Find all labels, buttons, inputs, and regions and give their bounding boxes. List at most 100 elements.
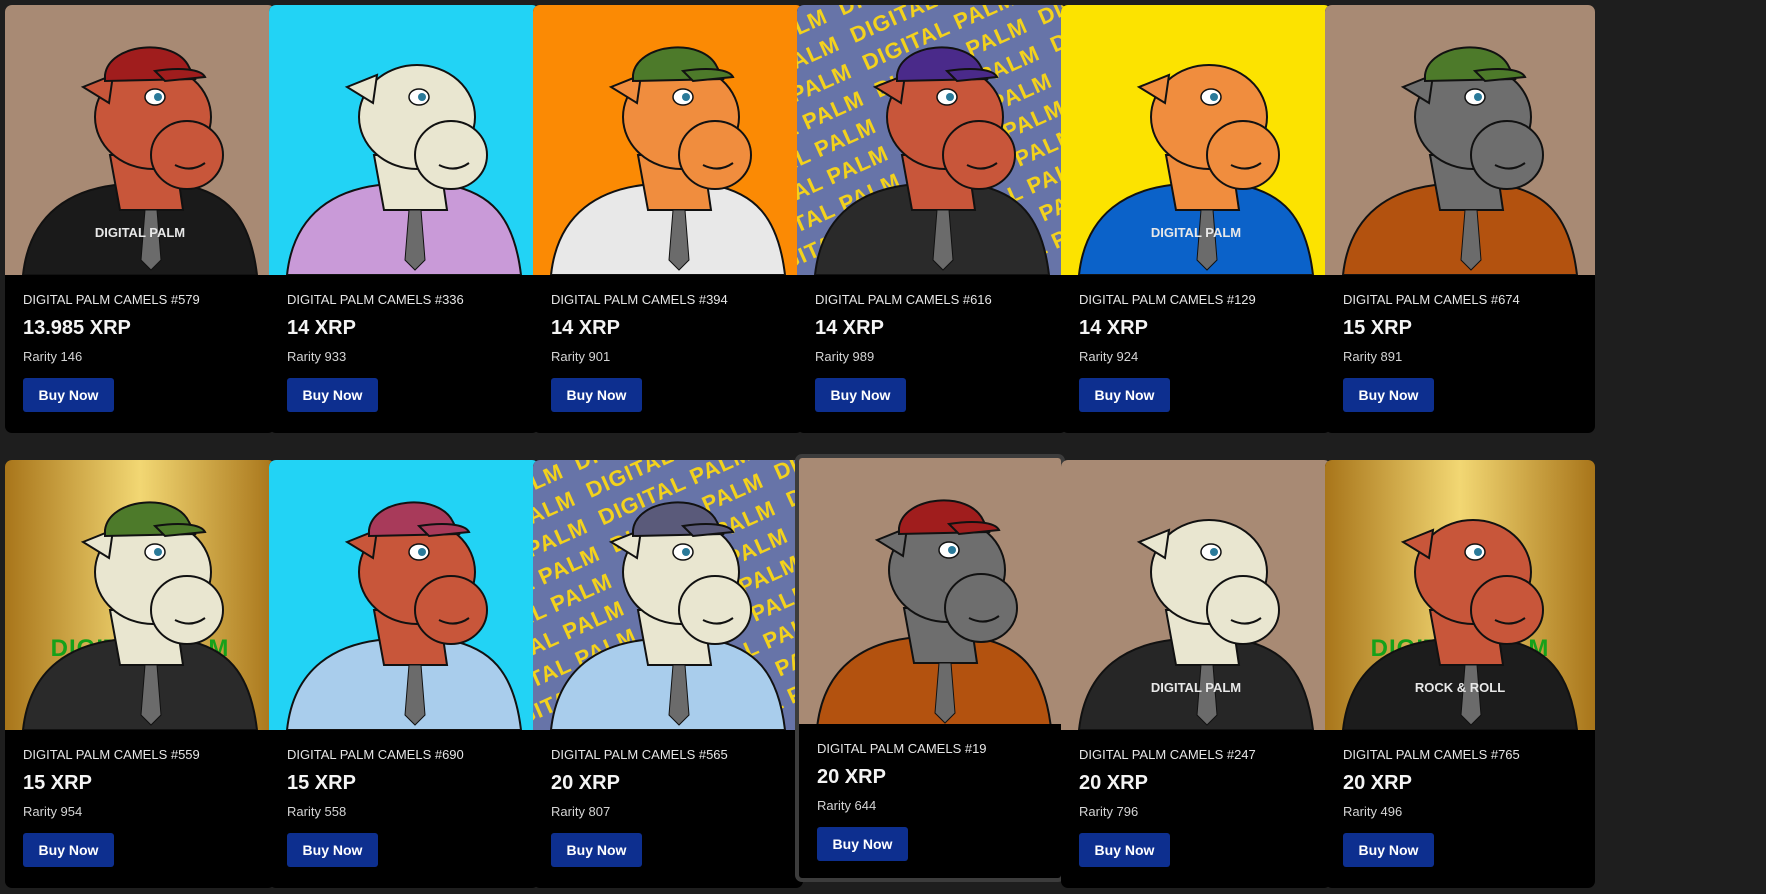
pupil bbox=[1210, 548, 1218, 556]
nft-image[interactable]: DIGITAL PALM bbox=[1061, 5, 1331, 275]
listing-price: 20 XRP bbox=[1079, 772, 1148, 794]
cap-brim bbox=[152, 523, 207, 538]
tie bbox=[404, 664, 426, 726]
buy-now-button[interactable]: Buy Now bbox=[815, 378, 906, 412]
buy-now-button[interactable]: Buy Now bbox=[23, 378, 114, 412]
nft-image[interactable]: DIGITAL PALM DIGITAL PALM DIGITAL DIGITA… bbox=[533, 460, 803, 730]
tie bbox=[934, 662, 956, 724]
pupil bbox=[948, 546, 956, 554]
listing-card[interactable]: DIGITAL PALM DIGITAL PALM CAMELS #559 15 X… bbox=[5, 460, 275, 888]
nft-image[interactable] bbox=[799, 458, 1061, 724]
buy-now-button[interactable]: Buy Now bbox=[551, 378, 642, 412]
listing-price: 13.985 XRP bbox=[23, 317, 131, 339]
tie bbox=[1460, 664, 1482, 726]
listing-card[interactable]: DIGITAL PALM DIGITAL PALM CAMELS #579 13.9… bbox=[5, 5, 275, 433]
snout bbox=[1470, 575, 1544, 645]
buy-now-button[interactable]: Buy Now bbox=[1079, 833, 1170, 867]
buy-now-button[interactable]: Buy Now bbox=[23, 833, 114, 867]
cap-brim bbox=[416, 523, 471, 538]
listing-card[interactable]: DIGITAL PALM DIGITAL PALM DIGITAL DIGITA… bbox=[533, 460, 803, 888]
listing-title: DIGITAL PALM CAMELS #129 bbox=[1079, 292, 1256, 307]
listing-title: DIGITAL PALM CAMELS #765 bbox=[1343, 747, 1520, 762]
listing-card[interactable]: DIGITAL PALM CAMELS #19 20 XRP Rarity 644 B… bbox=[795, 454, 1065, 882]
buy-now-button[interactable]: Buy Now bbox=[551, 833, 642, 867]
camel-illustration bbox=[285, 501, 523, 730]
pupil bbox=[154, 548, 162, 556]
listing-title: DIGITAL PALM CAMELS #19 bbox=[817, 741, 987, 756]
pupil bbox=[946, 93, 954, 101]
listing-rarity: Rarity 933 bbox=[287, 349, 347, 364]
listing-title: DIGITAL PALM CAMELS #394 bbox=[551, 292, 728, 307]
listing-rarity: Rarity 558 bbox=[287, 804, 347, 819]
nft-image[interactable]: DIGITAL PALM bbox=[5, 5, 275, 275]
listing-card[interactable]: DIGITAL PALM CAMELS #690 15 XRP Rarity 558… bbox=[269, 460, 539, 888]
camel-illustration bbox=[549, 501, 787, 730]
nft-image[interactable]: DIGITAL PALM bbox=[1061, 460, 1331, 730]
listing-price: 20 XRP bbox=[1343, 772, 1412, 794]
listing-card[interactable]: DIGITAL PALM DIGITAL PALM DIGITAL DIGITA… bbox=[797, 5, 1067, 433]
cap-brim bbox=[680, 68, 735, 83]
listing-price: 20 XRP bbox=[551, 772, 620, 794]
snout bbox=[678, 120, 752, 190]
snout bbox=[1206, 120, 1280, 190]
listing-card[interactable]: DIGITAL PALM CAMELS #336 14 XRP Rarity 933… bbox=[269, 5, 539, 433]
listing-rarity: Rarity 989 bbox=[815, 349, 875, 364]
tie bbox=[1196, 664, 1218, 726]
listing-rarity: Rarity 891 bbox=[1343, 349, 1403, 364]
pupil bbox=[1474, 93, 1482, 101]
nft-image[interactable]: DIGITAL PALM bbox=[5, 460, 275, 730]
cap-brim bbox=[1472, 68, 1527, 83]
camel-illustration bbox=[549, 46, 787, 275]
cap-brim bbox=[152, 68, 207, 83]
nft-image[interactable] bbox=[269, 460, 539, 730]
listing-rarity: Rarity 924 bbox=[1079, 349, 1139, 364]
buy-now-button[interactable]: Buy Now bbox=[817, 827, 908, 861]
listing-price: 14 XRP bbox=[551, 317, 620, 339]
cap-brim bbox=[946, 521, 1001, 536]
snout bbox=[1470, 120, 1544, 190]
listing-rarity: Rarity 146 bbox=[23, 349, 83, 364]
pupil bbox=[418, 548, 426, 556]
tie bbox=[140, 209, 162, 271]
buy-now-button[interactable]: Buy Now bbox=[1343, 833, 1434, 867]
nft-image[interactable] bbox=[269, 5, 539, 275]
tie bbox=[1196, 209, 1218, 271]
listing-price: 20 XRP bbox=[817, 766, 886, 788]
listing-price: 15 XRP bbox=[1343, 317, 1412, 339]
camel-illustration bbox=[285, 64, 523, 275]
tie bbox=[668, 664, 690, 726]
camel-illustration bbox=[21, 501, 259, 730]
listing-card[interactable]: DIGITAL PALM CAMELS #674 15 XRP Rarity 891… bbox=[1325, 5, 1595, 433]
tie bbox=[140, 664, 162, 726]
nft-image[interactable]: DIGITAL PALMROCK & ROLL bbox=[1325, 460, 1595, 730]
shirt-print: DIGITAL PALM bbox=[1150, 225, 1242, 240]
shirt-print: ROCK & ROLL bbox=[1414, 680, 1506, 695]
pupil bbox=[1210, 93, 1218, 101]
listing-title: DIGITAL PALM CAMELS #690 bbox=[287, 747, 464, 762]
nft-image[interactable] bbox=[533, 5, 803, 275]
buy-now-button[interactable]: Buy Now bbox=[287, 378, 378, 412]
tie bbox=[932, 209, 954, 271]
pupil bbox=[682, 548, 690, 556]
listing-card[interactable]: DIGITAL PALM DIGITAL PALM CAMELS #129 14 X… bbox=[1061, 5, 1331, 433]
buy-now-button[interactable]: Buy Now bbox=[287, 833, 378, 867]
listing-price: 14 XRP bbox=[1079, 317, 1148, 339]
listing-card[interactable]: DIGITAL PALMROCK & ROLL DIGITAL PALM CAME… bbox=[1325, 460, 1595, 888]
buy-now-button[interactable]: Buy Now bbox=[1079, 378, 1170, 412]
camel-illustration bbox=[816, 499, 1052, 724]
pupil bbox=[418, 93, 426, 101]
shirt-print: DIGITAL PALM bbox=[94, 225, 186, 240]
listing-card[interactable]: DIGITAL PALM DIGITAL PALM CAMELS #247 20 X… bbox=[1061, 460, 1331, 888]
shirt-print: DIGITAL PALM bbox=[1150, 680, 1242, 695]
listing-card[interactable]: DIGITAL PALM CAMELS #394 14 XRP Rarity 901… bbox=[533, 5, 803, 433]
listing-rarity: Rarity 796 bbox=[1079, 804, 1139, 819]
snout bbox=[942, 120, 1016, 190]
listing-title: DIGITAL PALM CAMELS #616 bbox=[815, 292, 992, 307]
listing-price: 14 XRP bbox=[815, 317, 884, 339]
listing-price: 15 XRP bbox=[287, 772, 356, 794]
nft-image[interactable]: DIGITAL PALM DIGITAL PALM DIGITAL DIGITA… bbox=[797, 5, 1067, 275]
pupil bbox=[1474, 548, 1482, 556]
buy-now-button[interactable]: Buy Now bbox=[1343, 378, 1434, 412]
listing-title: DIGITAL PALM CAMELS #674 bbox=[1343, 292, 1520, 307]
nft-image[interactable] bbox=[1325, 5, 1595, 275]
